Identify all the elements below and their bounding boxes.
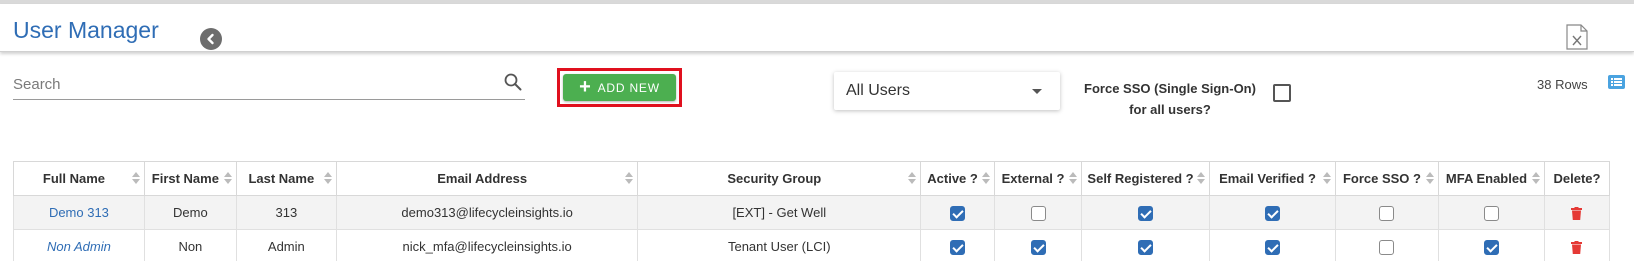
sort-icon[interactable] [1322,172,1332,186]
self-registered-checkbox[interactable] [1138,205,1154,221]
sort-icon[interactable] [1069,172,1078,186]
cell-delete [1543,195,1611,230]
cell-delete [1543,229,1611,261]
cell-force-sso [1334,195,1439,230]
add-new-label: ADD NEW [597,80,660,95]
rows-count: 38 Rows [1537,77,1588,92]
dropdown-caret-icon [1032,89,1042,94]
col-header-mfa-enabled[interactable]: MFA Enabled [1437,161,1545,196]
sort-icon[interactable] [1197,172,1206,186]
active-checkbox[interactable] [950,205,966,221]
users-table: Full Name First Name Last Name Email Add… [13,161,1611,261]
email-verified-checkbox[interactable] [1265,205,1280,221]
table-row: Demo 313 Demo 313 demo313@lifecycleinsig… [13,195,1611,230]
email-verified-checkbox[interactable] [1265,239,1280,255]
force-sso-label-line1: Force SSO (Single Sign-On) [1084,81,1256,96]
cell-force-sso [1334,229,1439,261]
cell-active [920,229,996,261]
cell-self-registered [1081,229,1211,261]
cell-active [920,195,996,230]
cell-email-verified [1209,195,1336,230]
full-name-link[interactable]: Non Admin [47,239,111,254]
cell-security-group: Tenant User (LCI) [637,229,922,261]
sort-icon[interactable] [908,172,917,186]
mfa-enabled-checkbox[interactable] [1483,205,1499,221]
add-new-button[interactable]: + ADD NEW [563,74,676,101]
list-view-icon[interactable] [1608,75,1625,89]
user-filter-select[interactable]: All Users [834,72,1060,110]
col-header-force-sso[interactable]: Force SSO ? [1334,161,1439,196]
table-header-row: Full Name First Name Last Name Email Add… [13,161,1611,196]
cell-last-name: 313 [235,195,337,230]
full-name-link[interactable]: Demo 313 [49,205,109,220]
cell-self-registered [1081,195,1211,230]
external-checkbox[interactable] [1030,239,1046,255]
header-bar: User Manager [0,4,1634,52]
col-header-email-verified[interactable]: Email Verified ? [1209,161,1336,196]
sort-icon[interactable] [323,172,333,186]
active-checkbox[interactable] [950,239,966,255]
col-header-security-group[interactable]: Security Group [637,161,922,196]
cell-email: nick_mfa@lifecycleinsights.io [335,229,639,261]
cell-first-name: Demo [143,195,237,230]
col-header-last-name[interactable]: Last Name [235,161,337,196]
col-header-self-registered[interactable]: Self Registered ? [1081,161,1211,196]
col-header-external[interactable]: External ? [994,161,1083,196]
col-header-active[interactable]: Active ? [920,161,996,196]
force-sso-label-line2: for all users? [1129,102,1211,117]
cell-mfa-enabled [1437,229,1545,261]
table-row: Non Admin Non Admin nick_mfa@lifecyclein… [13,229,1611,261]
col-header-full-name[interactable]: Full Name [13,161,145,196]
sort-icon[interactable] [1425,172,1435,186]
cell-external [994,229,1083,261]
sort-icon[interactable] [131,172,141,186]
trash-icon[interactable] [1571,241,1583,255]
search-icon[interactable] [503,72,523,92]
cell-security-group: [EXT] - Get Well [637,195,922,230]
force-sso-checkbox[interactable] [1273,84,1291,102]
search-input[interactable] [13,70,483,98]
force-sso-label: Force SSO (Single Sign-On) for all users… [1075,78,1265,120]
self-registered-checkbox[interactable] [1138,239,1154,255]
add-new-highlight: + ADD NEW [557,68,682,107]
col-header-delete: Delete? [1543,161,1611,196]
cell-full-name: Non Admin [13,229,145,261]
back-arrow-icon [207,33,214,45]
plus-icon: + [579,75,592,98]
cell-email: demo313@lifecycleinsights.io [335,195,639,230]
col-header-email[interactable]: Email Address [335,161,639,196]
sort-icon[interactable] [982,172,991,186]
trash-icon[interactable] [1571,207,1583,221]
page-title: User Manager [13,17,159,43]
cell-first-name: Non [143,229,237,261]
cell-mfa-enabled [1437,195,1545,230]
force-sso-row-checkbox[interactable] [1379,239,1395,255]
external-checkbox[interactable] [1030,205,1046,221]
sort-icon[interactable] [223,172,233,186]
force-sso-row-checkbox[interactable] [1379,205,1395,221]
mfa-enabled-checkbox[interactable] [1483,239,1499,255]
sort-icon[interactable] [625,172,634,186]
search-field [13,70,525,100]
cell-last-name: Admin [235,229,337,261]
cell-full-name: Demo 313 [13,195,145,230]
back-button[interactable] [200,28,222,50]
cell-email-verified [1209,229,1336,261]
col-header-first-name[interactable]: First Name [143,161,237,196]
cell-external [994,195,1083,230]
sort-icon[interactable] [1531,172,1541,186]
user-filter-value: All Users [846,82,911,99]
excel-export-icon[interactable] [1566,24,1588,50]
